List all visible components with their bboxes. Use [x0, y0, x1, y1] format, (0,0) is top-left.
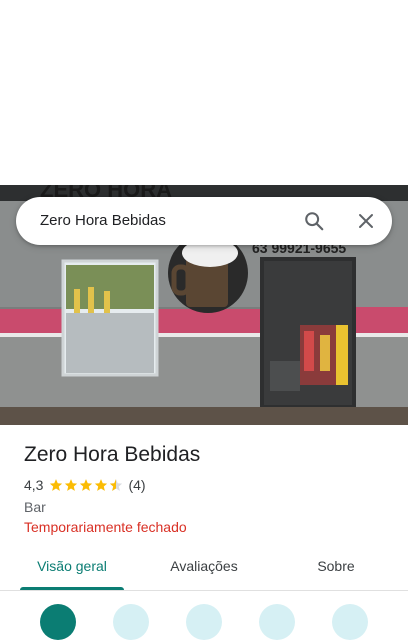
send-button[interactable]	[259, 604, 295, 640]
directions-button[interactable]	[40, 604, 76, 640]
nearby-button[interactable]	[186, 604, 222, 640]
close-icon[interactable]	[352, 207, 380, 235]
star-rating	[49, 478, 124, 492]
star-icon	[65, 479, 78, 491]
place-category[interactable]: Bar	[24, 497, 384, 517]
star-icon	[80, 479, 93, 491]
search-bar[interactable]: Zero Hora Bebidas	[16, 197, 392, 245]
rating-row[interactable]: 4,3 (4)	[24, 475, 384, 495]
tab-label: Avaliações	[170, 558, 238, 574]
action-buttons-row	[0, 600, 408, 640]
save-button[interactable]	[113, 604, 149, 640]
review-count[interactable]: (4)	[128, 477, 145, 493]
tab-about[interactable]: Sobre	[298, 548, 374, 590]
tab-label: Visão geral	[37, 558, 107, 574]
star-icon	[50, 479, 63, 491]
place-tabs: Visão geral Avaliações Sobre	[0, 548, 408, 591]
star-half-icon	[110, 479, 123, 491]
tab-overview[interactable]: Visão geral	[20, 548, 124, 590]
active-tab-indicator	[20, 587, 124, 590]
open-status: Temporariamente fechado	[24, 519, 187, 535]
place-info: Zero Hora Bebidas 4,3 (4) Bar Temporaria…	[24, 440, 384, 537]
tab-label: Sobre	[317, 558, 355, 574]
search-input[interactable]: Zero Hora Bebidas	[40, 197, 166, 245]
place-title: Zero Hora Bebidas	[24, 443, 201, 466]
search-icon[interactable]	[300, 207, 328, 235]
rating-value: 4,3	[24, 477, 44, 493]
star-icon	[95, 479, 108, 491]
tab-reviews[interactable]: Avaliações	[150, 548, 258, 590]
share-button[interactable]	[332, 604, 368, 640]
